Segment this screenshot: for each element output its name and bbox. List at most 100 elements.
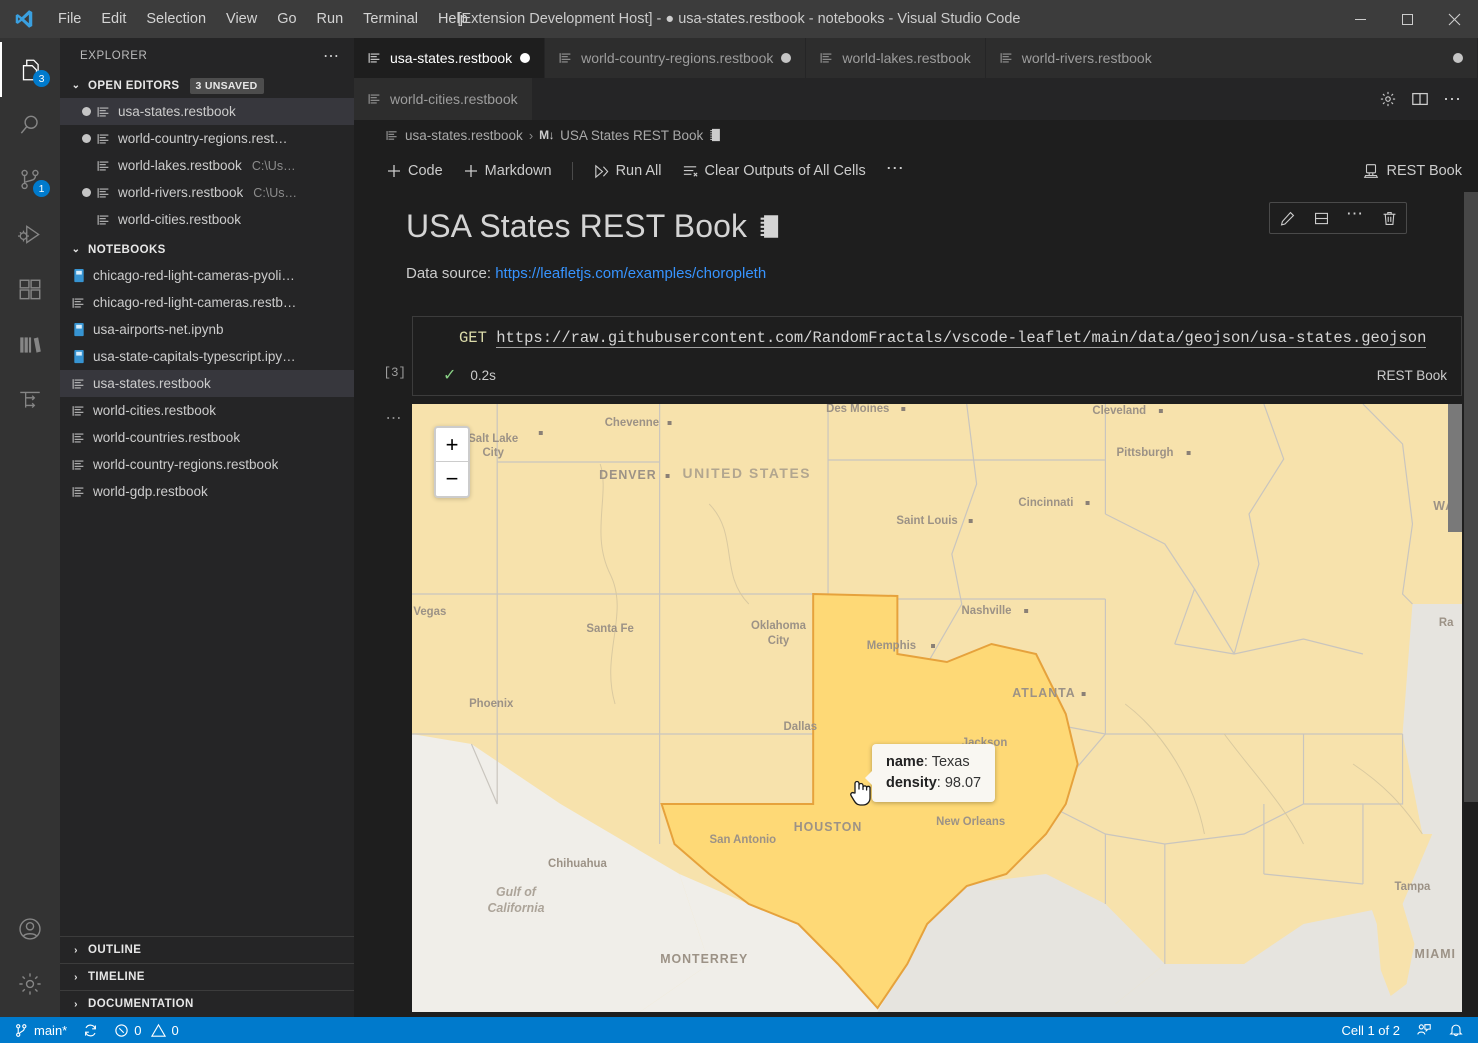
map-scrollbar[interactable] bbox=[1448, 404, 1462, 1012]
notebook-item-world-country-regions[interactable]: world-country-regions.restbook bbox=[60, 451, 354, 478]
add-code-cell-button[interactable]: Code bbox=[376, 160, 453, 182]
toolbar-more-button[interactable]: ⋯ bbox=[876, 155, 915, 188]
restbook-icon bbox=[97, 132, 112, 146]
notebook-item-chicago-pyolite[interactable]: chicago-red-light-cameras-pyoli… bbox=[60, 262, 354, 289]
notebook-item-world-countries[interactable]: world-countries.restbook bbox=[60, 424, 354, 451]
chevron-down-icon: ⌄ bbox=[71, 244, 81, 255]
activitybar-extensions[interactable] bbox=[0, 262, 60, 317]
map-scrollbar-thumb[interactable] bbox=[1448, 404, 1462, 532]
run-all-button[interactable]: Run All bbox=[583, 160, 672, 183]
tab-world-rivers-restbook[interactable]: world-rivers.restbook bbox=[985, 38, 1478, 78]
activitybar-books[interactable] bbox=[0, 317, 60, 372]
breadcrumb-cell[interactable]: USA States REST Book bbox=[560, 128, 703, 143]
activitybar-settings[interactable] bbox=[0, 956, 60, 1011]
kernel-selector[interactable]: REST Book bbox=[1362, 162, 1478, 180]
status-notifications[interactable] bbox=[1440, 1017, 1472, 1043]
activitybar-run-debug[interactable] bbox=[0, 207, 60, 262]
split-cell-button[interactable] bbox=[1304, 203, 1338, 233]
request-url[interactable]: https://raw.githubusercontent.com/Random… bbox=[496, 329, 1427, 348]
leaflet-map[interactable]: + − Salt Lake City Chevenne Des Moines C… bbox=[412, 404, 1462, 1012]
status-cell-position[interactable]: Cell 1 of 2 bbox=[1333, 1017, 1408, 1043]
tab-dirty-icon[interactable] bbox=[781, 53, 792, 63]
activitybar-explorer[interactable]: 3 bbox=[0, 42, 60, 97]
restbook-icon bbox=[72, 431, 86, 445]
notebook-toolbar: Code Markdown Run All Clear Outputs of A… bbox=[354, 150, 1478, 192]
code-cell[interactable]: GET https://raw.githubusercontent.com/Ra… bbox=[412, 316, 1462, 396]
menu-selection[interactable]: Selection bbox=[136, 7, 216, 31]
map-tooltip: name: Texas density: 98.07 bbox=[864, 744, 996, 803]
status-live-share[interactable] bbox=[1408, 1017, 1440, 1043]
menu-help[interactable]: Help bbox=[428, 7, 478, 31]
delete-cell-button[interactable] bbox=[1372, 203, 1406, 233]
panel-outline[interactable]: › OUTLINE bbox=[60, 936, 354, 963]
minimize-button[interactable] bbox=[1337, 0, 1384, 38]
tab-world-country-regions-restbook[interactable]: world-country-regions.restbook bbox=[545, 38, 807, 78]
http-method: GET bbox=[459, 329, 487, 347]
open-editor-world-lakes[interactable]: world-lakes.restbook C:\Us… bbox=[60, 152, 354, 179]
status-sync[interactable] bbox=[75, 1017, 106, 1043]
notebook-item-usa-state-capitals[interactable]: usa-state-capitals-typescript.ipy… bbox=[60, 343, 354, 370]
activitybar-accounts[interactable] bbox=[0, 901, 60, 956]
tab-world-cities-restbook[interactable]: world-cities.restbook bbox=[354, 78, 532, 120]
menu-go[interactable]: Go bbox=[267, 7, 306, 31]
split-editor-icon[interactable] bbox=[1411, 90, 1429, 108]
data-source-link[interactable]: https://leafletjs.com/examples/choroplet… bbox=[495, 265, 766, 282]
edit-cell-button[interactable] bbox=[1270, 203, 1304, 233]
maximize-button[interactable] bbox=[1384, 0, 1431, 38]
section-notebooks[interactable]: ⌄ NOTEBOOKS bbox=[60, 237, 354, 262]
error-count: 0 bbox=[134, 1022, 142, 1038]
status-branch[interactable]: main* bbox=[6, 1017, 75, 1043]
notebook-item-usa-states[interactable]: usa-states.restbook bbox=[60, 370, 354, 397]
tab-usa-states-restbook[interactable]: usa-states.restbook bbox=[354, 38, 546, 78]
tab-dirty-icon[interactable] bbox=[1453, 53, 1463, 63]
code-line[interactable]: GET https://raw.githubusercontent.com/Ra… bbox=[413, 317, 1461, 359]
open-editor-world-country-regions[interactable]: world-country-regions.rest… bbox=[60, 125, 354, 152]
output-more-icon[interactable]: ⋯ bbox=[376, 404, 412, 1012]
notebook-body: ⋯ USA States REST Book Data source: http… bbox=[354, 192, 1478, 1017]
activitybar-search[interactable] bbox=[0, 97, 60, 152]
gear-icon[interactable] bbox=[1379, 90, 1397, 108]
open-editor-world-cities[interactable]: world-cities.restbook bbox=[60, 206, 354, 233]
cell-output: ⋯ + − Salt Lake City Chevenne Des Moines… bbox=[354, 404, 1478, 1012]
notebook-scrollbar-thumb[interactable] bbox=[1464, 192, 1478, 802]
more-actions-icon[interactable]: ⋯ bbox=[1443, 90, 1462, 108]
clear-outputs-button[interactable]: Clear Outputs of All Cells bbox=[672, 160, 876, 183]
open-editor-world-rivers[interactable]: world-rivers.restbook C:\Us… bbox=[60, 179, 354, 206]
zoom-in-button[interactable]: + bbox=[436, 428, 468, 462]
activitybar-notebook-outline[interactable] bbox=[0, 372, 60, 427]
close-button[interactable] bbox=[1431, 0, 1478, 38]
notebook-item-label: usa-airports-net.ipynb bbox=[93, 322, 224, 337]
more-cell-actions-button[interactable]: ⋯ bbox=[1338, 203, 1372, 233]
status-problems[interactable]: 0 0 bbox=[106, 1017, 186, 1043]
panel-documentation[interactable]: › DOCUMENTATION bbox=[60, 990, 354, 1017]
notebook-item-chicago-restbook[interactable]: chicago-red-light-cameras.restb… bbox=[60, 289, 354, 316]
menu-run[interactable]: Run bbox=[307, 7, 354, 31]
open-editor-label: world-cities.restbook bbox=[118, 212, 242, 227]
add-markdown-cell-button[interactable]: Markdown bbox=[453, 160, 562, 182]
open-editor-path: C:\Us… bbox=[251, 158, 296, 173]
restbook-icon bbox=[368, 51, 382, 65]
notebook-item-world-gdp[interactable]: world-gdp.restbook bbox=[60, 478, 354, 505]
breadcrumb-file[interactable]: usa-states.restbook bbox=[405, 128, 523, 143]
branch-label: main* bbox=[34, 1022, 68, 1038]
menu-file[interactable]: File bbox=[48, 7, 91, 31]
add-code-label: Code bbox=[408, 163, 443, 179]
notebook-item-usa-airports[interactable]: usa-airports-net.ipynb bbox=[60, 316, 354, 343]
activitybar-source-control[interactable]: 1 bbox=[0, 152, 60, 207]
notebook-scrollbar[interactable] bbox=[1464, 192, 1478, 1017]
menu-view[interactable]: View bbox=[216, 7, 267, 31]
menu-terminal[interactable]: Terminal bbox=[353, 7, 428, 31]
dirty-indicator-icon bbox=[82, 188, 91, 197]
zoom-out-button[interactable]: − bbox=[436, 462, 468, 496]
section-open-editors[interactable]: ⌄ OPEN EDITORS 3 UNSAVED bbox=[60, 73, 354, 98]
notebook-item-world-cities[interactable]: world-cities.restbook bbox=[60, 397, 354, 424]
sidebar-more-icon[interactable]: ⋯ bbox=[323, 46, 340, 66]
open-editor-usa-states[interactable]: usa-states.restbook bbox=[60, 98, 354, 125]
menu-edit[interactable]: Edit bbox=[91, 7, 136, 31]
dirty-indicator-icon bbox=[82, 134, 91, 143]
check-icon: ✓ bbox=[443, 367, 457, 384]
window-controls bbox=[1337, 0, 1478, 38]
tab-world-lakes-restbook[interactable]: world-lakes.restbook bbox=[806, 38, 986, 78]
panel-timeline[interactable]: › TIMELINE bbox=[60, 963, 354, 990]
tab-dirty-icon[interactable] bbox=[520, 53, 531, 63]
